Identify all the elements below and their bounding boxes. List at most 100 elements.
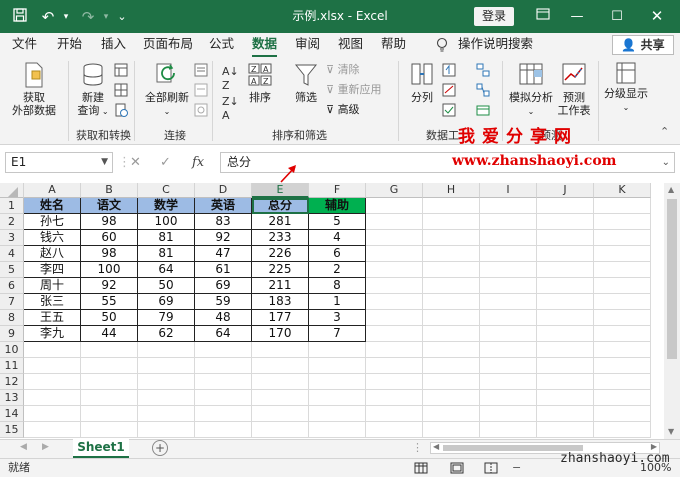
row-header[interactable]: 1 <box>0 198 24 214</box>
table-cell[interactable]: 7 <box>309 326 366 342</box>
maximize-icon[interactable]: ☐ <box>600 0 634 33</box>
table-cell[interactable]: 62 <box>138 326 195 342</box>
empty-cell[interactable] <box>423 374 480 390</box>
page-layout-view-icon[interactable] <box>450 462 464 477</box>
column-header-c[interactable]: C <box>138 183 195 198</box>
table-cell[interactable]: 92 <box>195 230 252 246</box>
row-header[interactable]: 5 <box>0 262 24 278</box>
empty-cell[interactable] <box>366 278 423 294</box>
tab-help[interactable]: 帮助 <box>381 33 406 57</box>
table-cell[interactable]: 183 <box>252 294 309 310</box>
empty-cell[interactable] <box>537 406 594 422</box>
table-cell[interactable]: 50 <box>138 278 195 294</box>
empty-cell[interactable] <box>309 358 366 374</box>
empty-cell[interactable] <box>423 390 480 406</box>
empty-cell[interactable] <box>366 374 423 390</box>
table-header-cell[interactable]: 姓名 <box>24 198 81 214</box>
empty-cell[interactable] <box>423 294 480 310</box>
empty-cell[interactable] <box>537 358 594 374</box>
empty-cell[interactable] <box>480 342 537 358</box>
column-header-j[interactable]: J <box>537 183 594 198</box>
vertical-scroll-thumb[interactable] <box>667 199 677 359</box>
row-header[interactable]: 4 <box>0 246 24 262</box>
show-queries-icon[interactable] <box>114 63 128 81</box>
empty-cell[interactable] <box>366 198 423 214</box>
vertical-scrollbar[interactable]: ▲ ▼ <box>664 183 680 439</box>
sort-ascending-icon[interactable]: A↓ Z <box>222 65 239 93</box>
sort-button[interactable]: ZAAZ 排序 <box>244 61 276 104</box>
empty-cell[interactable] <box>537 198 594 214</box>
ribbon-display-options-icon[interactable] <box>526 0 560 33</box>
next-sheet-icon[interactable]: ▶ <box>42 442 49 452</box>
close-icon[interactable]: ✕ <box>640 0 674 33</box>
table-cell[interactable]: 50 <box>81 310 138 326</box>
empty-cell[interactable] <box>24 374 81 390</box>
empty-cell[interactable] <box>594 342 651 358</box>
empty-cell[interactable] <box>138 390 195 406</box>
row-header[interactable]: 13 <box>0 390 24 406</box>
table-cell[interactable]: 王五 <box>24 310 81 326</box>
table-header-cell[interactable]: 辅助 <box>309 198 366 214</box>
column-header-k[interactable]: K <box>594 183 651 198</box>
table-cell[interactable]: 59 <box>195 294 252 310</box>
scroll-down-icon[interactable]: ▼ <box>668 427 674 436</box>
empty-cell[interactable] <box>24 422 81 438</box>
minimize-icon[interactable]: — <box>560 0 594 33</box>
empty-cell[interactable] <box>138 374 195 390</box>
empty-cell[interactable] <box>309 406 366 422</box>
table-cell[interactable]: 98 <box>81 214 138 230</box>
empty-cell[interactable] <box>252 374 309 390</box>
zoom-out-icon[interactable]: − <box>512 459 521 477</box>
empty-cell[interactable] <box>423 214 480 230</box>
new-query-button[interactable]: 新建 查询 ⌄ <box>72 61 114 118</box>
empty-cell[interactable] <box>366 342 423 358</box>
properties-icon[interactable] <box>194 83 208 101</box>
relationships-icon[interactable] <box>476 83 490 101</box>
table-cell[interactable]: 钱六 <box>24 230 81 246</box>
empty-cell[interactable] <box>366 262 423 278</box>
empty-cell[interactable] <box>423 342 480 358</box>
tell-me-search[interactable]: 操作说明搜索 <box>458 33 533 57</box>
table-cell[interactable]: 60 <box>81 230 138 246</box>
what-if-analysis-button[interactable]: 模拟分析 ⌄ <box>506 61 556 118</box>
table-cell[interactable]: 100 <box>81 262 138 278</box>
empty-cell[interactable] <box>81 406 138 422</box>
empty-cell[interactable] <box>537 262 594 278</box>
empty-cell[interactable] <box>594 262 651 278</box>
empty-cell[interactable] <box>594 374 651 390</box>
table-cell[interactable]: 孙七 <box>24 214 81 230</box>
reapply-button[interactable]: ⊽ 重新应用 <box>326 83 382 97</box>
clear-filter-button[interactable]: ⊽ 清除 <box>326 63 360 77</box>
column-header-i[interactable]: I <box>480 183 537 198</box>
table-cell[interactable]: 5 <box>309 214 366 230</box>
empty-cell[interactable] <box>24 390 81 406</box>
empty-cell[interactable] <box>366 230 423 246</box>
empty-cell[interactable] <box>480 406 537 422</box>
table-cell[interactable]: 8 <box>309 278 366 294</box>
table-cell[interactable]: 61 <box>195 262 252 278</box>
table-cell[interactable]: 3 <box>309 310 366 326</box>
table-cell[interactable]: 69 <box>195 278 252 294</box>
table-cell[interactable]: 69 <box>138 294 195 310</box>
empty-cell[interactable] <box>480 230 537 246</box>
empty-cell[interactable] <box>366 214 423 230</box>
table-cell[interactable]: 98 <box>81 246 138 262</box>
tab-page-layout[interactable]: 页面布局 <box>143 33 193 57</box>
tab-view[interactable]: 视图 <box>338 33 363 57</box>
table-cell[interactable]: 李四 <box>24 262 81 278</box>
empty-cell[interactable] <box>537 422 594 438</box>
empty-cell[interactable] <box>594 310 651 326</box>
cancel-icon[interactable]: ✕ <box>130 152 141 173</box>
table-cell[interactable]: 281 <box>252 214 309 230</box>
recent-sources-icon[interactable] <box>114 103 128 121</box>
row-header[interactable]: 11 <box>0 358 24 374</box>
table-cell[interactable]: 李九 <box>24 326 81 342</box>
column-header-g[interactable]: G <box>366 183 423 198</box>
consolidate-icon[interactable] <box>476 63 490 81</box>
outline-button[interactable]: 分级显示 ⌄ <box>602 61 650 114</box>
row-header[interactable]: 12 <box>0 374 24 390</box>
empty-cell[interactable] <box>537 342 594 358</box>
table-cell[interactable]: 225 <box>252 262 309 278</box>
scroll-left-icon[interactable]: ◀ <box>433 442 439 451</box>
column-header-f[interactable]: F <box>309 183 366 198</box>
